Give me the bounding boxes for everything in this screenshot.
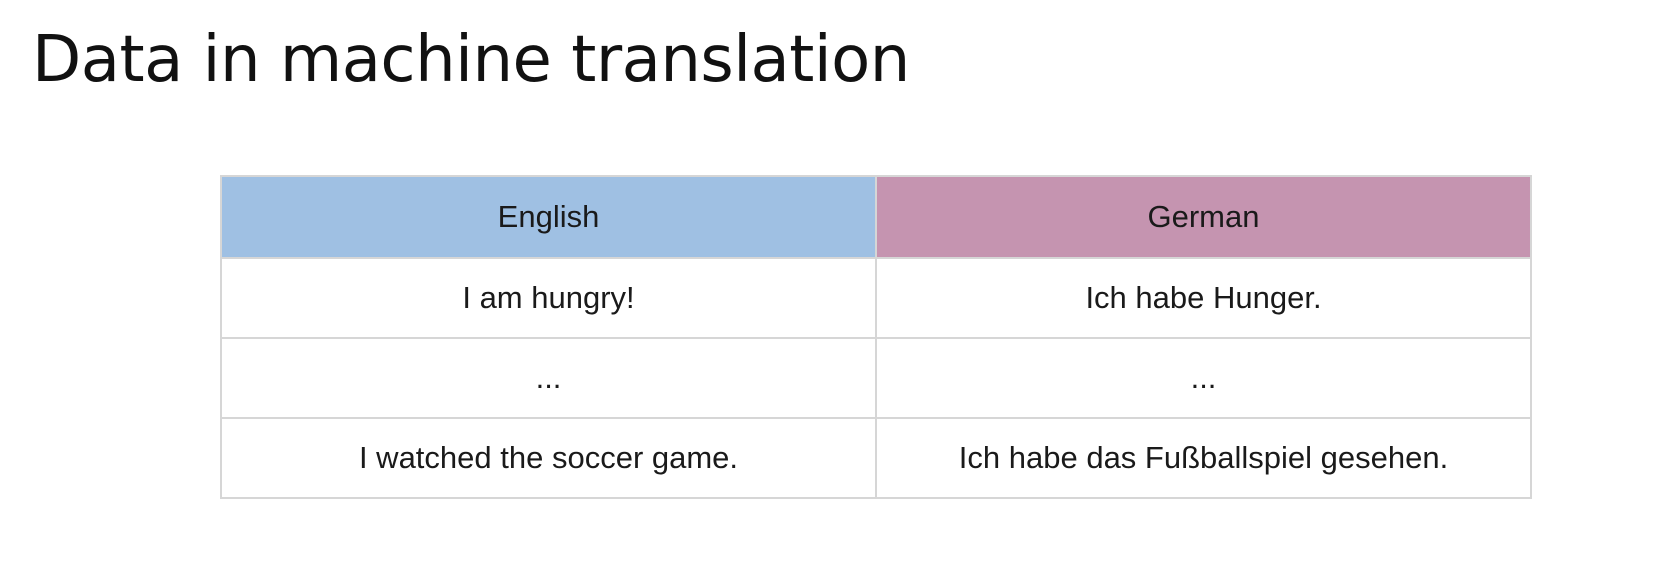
table-row: I watched the soccer game. Ich habe das … xyxy=(220,417,1532,499)
table-row: I am hungry! Ich habe Hunger. xyxy=(220,257,1532,339)
german-cell: Ich habe Hunger. xyxy=(875,257,1532,339)
german-cell: ... xyxy=(875,337,1532,419)
german-cell: Ich habe das Fußballspiel gesehen. xyxy=(875,417,1532,499)
column-header-english: English xyxy=(220,175,877,259)
english-cell: I watched the soccer game. xyxy=(220,417,877,499)
english-cell: ... xyxy=(220,337,877,419)
slide-title: Data in machine translation xyxy=(32,23,910,97)
table-header-row: English German xyxy=(220,175,1532,259)
english-cell: I am hungry! xyxy=(220,257,877,339)
translation-table: English German I am hungry! Ich habe Hun… xyxy=(220,175,1532,499)
translation-table-container: English German I am hungry! Ich habe Hun… xyxy=(220,175,1532,499)
column-header-german: German xyxy=(875,175,1532,259)
table-row: ... ... xyxy=(220,337,1532,419)
